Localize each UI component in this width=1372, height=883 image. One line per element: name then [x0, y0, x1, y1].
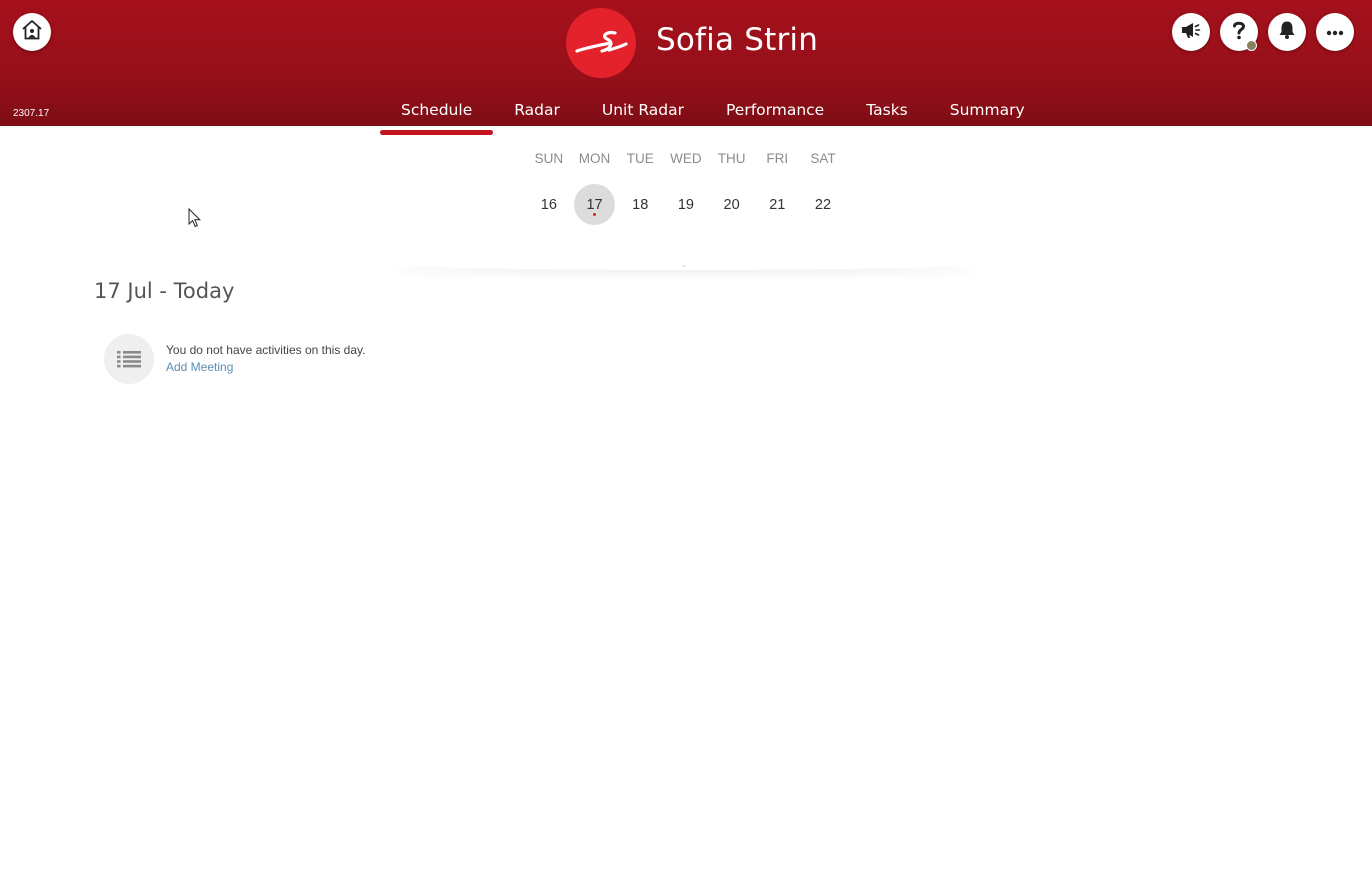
today-indicator	[593, 213, 597, 216]
app-version: 2307.17	[13, 108, 50, 119]
day-number[interactable]: 21	[757, 184, 798, 225]
tab-tasks[interactable]: Tasks	[845, 99, 929, 127]
empty-message: You do not have activities on this day.	[166, 343, 366, 357]
tab-radar[interactable]: Radar	[493, 99, 581, 127]
tab-schedule[interactable]: Schedule	[380, 99, 494, 135]
notifications-button[interactable]	[1268, 13, 1306, 51]
help-icon	[1231, 20, 1247, 45]
megaphone-icon	[1180, 20, 1202, 45]
announcements-button[interactable]	[1172, 13, 1210, 51]
chevron-down-icon: ⌄	[680, 259, 688, 269]
weekday-label: WED	[670, 151, 702, 166]
status-indicator	[1246, 40, 1257, 51]
add-meeting-link[interactable]: Add Meeting	[166, 358, 365, 376]
weekday-label: SAT	[810, 151, 836, 166]
week-calendar: SUN 16 MON 17 TUE 18 WED 19 THU 20 FRI 2…	[526, 148, 846, 225]
app-header: 2307.17 Sofia Strin Schedule Radar Unit …	[0, 0, 1372, 135]
help-button[interactable]	[1220, 13, 1258, 51]
weekday-label: FRI	[766, 151, 789, 166]
header-actions	[1172, 13, 1354, 51]
brand-logo-icon	[566, 8, 636, 78]
user-name: Sofia Strin	[656, 22, 819, 58]
calendar-day: THU 20	[709, 148, 755, 225]
weekday-label: THU	[717, 151, 746, 166]
day-number-label: 17	[586, 196, 603, 213]
tab-performance[interactable]: Performance	[705, 99, 845, 127]
home-icon	[20, 18, 44, 47]
empty-activities: You do not have activities on this day. …	[104, 334, 365, 384]
weekday-label: TUE	[626, 151, 654, 166]
calendar-day: SAT 22	[800, 148, 846, 225]
selected-day[interactable]: 17	[574, 184, 616, 225]
day-number[interactable]: 22	[802, 184, 843, 225]
main-tabs: Schedule Radar Unit Radar Performance Ta…	[380, 99, 1046, 135]
weekday-label: MON	[578, 151, 611, 166]
more-icon	[1326, 23, 1344, 41]
home-button[interactable]	[13, 13, 51, 51]
calendar-day: TUE 18	[617, 148, 663, 225]
list-icon	[104, 334, 154, 384]
day-number[interactable]: 19	[665, 184, 706, 225]
weekday-label: SUN	[534, 151, 564, 166]
day-number[interactable]: 16	[528, 184, 569, 225]
empty-state-text: You do not have activities on this day. …	[166, 342, 365, 376]
bell-icon	[1278, 20, 1296, 45]
calendar-day: WED 19	[663, 148, 709, 225]
mouse-cursor-icon	[188, 207, 202, 233]
calendar-day: FRI 21	[754, 148, 800, 225]
day-number[interactable]: 18	[620, 184, 661, 225]
calendar-day: MON 17	[572, 148, 618, 225]
tab-summary[interactable]: Summary	[929, 99, 1046, 127]
day-number[interactable]: 20	[711, 184, 752, 225]
expand-calendar-handle[interactable]: ⌄	[680, 259, 688, 270]
tab-unit-radar[interactable]: Unit Radar	[581, 99, 705, 127]
calendar-day: SUN 16	[526, 148, 572, 225]
more-button[interactable]	[1316, 13, 1354, 51]
date-heading: 17 Jul - Today	[94, 279, 235, 303]
